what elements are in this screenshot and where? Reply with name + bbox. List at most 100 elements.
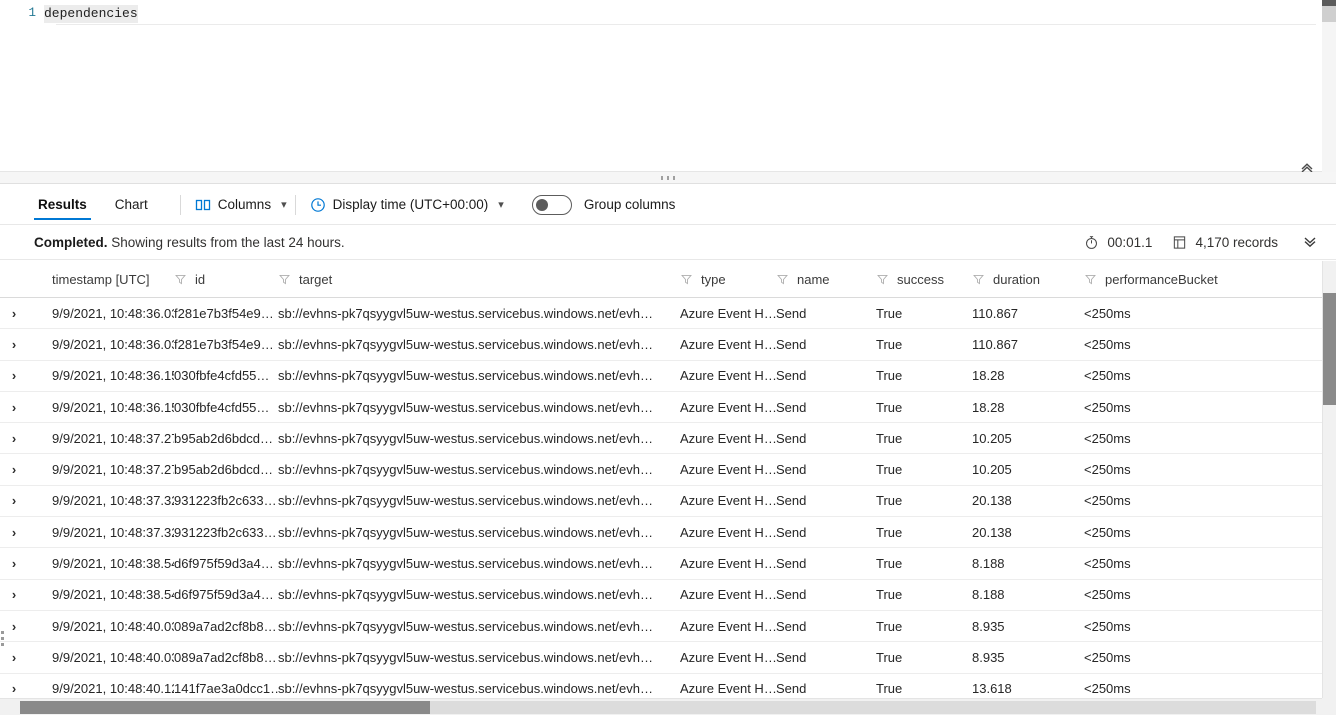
- cell-timestamp: 9/9/2021, 10:48:40.038 P…: [52, 618, 174, 634]
- cell-type: Azure Event H…: [680, 649, 776, 665]
- column-header-timestamp[interactable]: timestamp [UTC]: [34, 272, 174, 287]
- row-expand-button[interactable]: ›: [0, 401, 34, 414]
- table-row[interactable]: › 9/9/2021, 10:48:36.154 PM030fbfe4cfd55……: [0, 391, 1322, 424]
- display-time-button[interactable]: Display time (UTC+00:00) ▾: [310, 197, 504, 213]
- cell-timestamp: 9/9/2021, 10:48:37.323 P…: [52, 493, 174, 509]
- table-row[interactable]: › 9/9/2021, 10:48:36.032 P…f281e7b3f54e9……: [0, 298, 1322, 330]
- cell-type: Azure Event H…: [680, 462, 776, 478]
- tab-chart[interactable]: Chart: [111, 197, 152, 220]
- cell-name: Send: [776, 556, 807, 572]
- cell-target: sb://evhns-pk7qsyygvl5uw-westus.serviceb…: [278, 493, 654, 509]
- table-row[interactable]: › 9/9/2021, 10:48:40.038 P…089a7ad2cf8b8……: [0, 610, 1322, 643]
- chevron-right-icon: ›: [11, 588, 17, 602]
- grid-rows: › 9/9/2021, 10:48:36.032 P…f281e7b3f54e9……: [0, 298, 1322, 698]
- cell-success: True: [876, 681, 903, 697]
- row-expand-button[interactable]: ›: [0, 494, 34, 507]
- chevron-right-icon: ›: [11, 463, 17, 477]
- cell-name: Send: [776, 524, 807, 540]
- row-expand-button[interactable]: ›: [0, 557, 34, 570]
- cell-id: d6f975f59d3a4…: [174, 587, 274, 603]
- cell-name: Send: [776, 336, 807, 352]
- column-header-success[interactable]: success: [876, 272, 972, 287]
- table-row[interactable]: › 9/9/2021, 10:48:37.323 P…931223fb2c633……: [0, 485, 1322, 518]
- cell-type: Azure Event H…: [680, 681, 776, 697]
- columns-button-label: Columns: [217, 197, 272, 212]
- tab-results[interactable]: Results: [34, 197, 91, 220]
- panel-splitter[interactable]: [0, 172, 1336, 184]
- filter-icon[interactable]: [972, 273, 985, 286]
- cell-success: True: [876, 587, 903, 603]
- results-status-bar: Completed. Showing results from the last…: [0, 226, 1336, 260]
- cell-duration: 8.935: [972, 618, 1005, 634]
- cell-name: Send: [776, 399, 807, 415]
- cell-type: Azure Event H…: [680, 336, 776, 352]
- grid-left-resize-grip[interactable]: [1, 631, 4, 646]
- column-header-name-label: name: [797, 271, 830, 287]
- cell-duration: 110.867: [972, 305, 1019, 321]
- filter-icon[interactable]: [278, 273, 291, 286]
- cell-performancebucket: <250ms: [1084, 556, 1131, 572]
- query-text[interactable]: dependencies: [44, 4, 1316, 23]
- splitter-grip[interactable]: [661, 176, 675, 180]
- results-grid[interactable]: timestamp [UTC] id target type name succ…: [0, 261, 1336, 698]
- cell-success: True: [876, 368, 903, 384]
- cell-id: 089a7ad2cf8b8…: [174, 618, 277, 634]
- column-header-performancebucket[interactable]: performanceBucket: [1084, 272, 1224, 287]
- cell-timestamp: 9/9/2021, 10:48:38.545 P…: [52, 587, 174, 603]
- cell-name: Send: [776, 430, 807, 446]
- table-row[interactable]: › 9/9/2021, 10:48:37.278 PMb95ab2d6bdcd…s…: [0, 423, 1322, 455]
- vertical-scrollbar-thumb[interactable]: [1323, 293, 1336, 405]
- group-columns-toggle[interactable]: [531, 194, 572, 215]
- table-row[interactable]: › 9/9/2021, 10:48:40.122 PM141f7ae3a0dcc1…: [0, 673, 1322, 698]
- editor-vertical-scrollbar[interactable]: [1322, 0, 1336, 172]
- table-row[interactable]: › 9/9/2021, 10:48:38.545 P…d6f975f59d3a4……: [0, 579, 1322, 611]
- cell-name: Send: [776, 649, 807, 665]
- results-vertical-scrollbar[interactable]: [1322, 261, 1336, 698]
- clock-icon: [310, 197, 325, 212]
- filter-icon[interactable]: [174, 273, 187, 286]
- filter-icon[interactable]: [1084, 273, 1097, 286]
- chevron-right-icon: ›: [11, 306, 17, 320]
- collapse-results-button[interactable]: [1298, 233, 1318, 252]
- columns-button[interactable]: Columns ▾: [195, 197, 287, 213]
- cell-target: sb://evhns-pk7qsyygvl5uw-westus.serviceb…: [278, 681, 654, 697]
- row-expand-button[interactable]: ›: [0, 463, 34, 476]
- cell-performancebucket: <250ms: [1084, 336, 1131, 352]
- row-expand-button[interactable]: ›: [0, 338, 34, 351]
- filter-icon[interactable]: [680, 273, 693, 286]
- row-expand-button[interactable]: ›: [0, 369, 34, 382]
- cell-duration: 20.138: [972, 493, 1012, 509]
- table-row[interactable]: › 9/9/2021, 10:48:36.154 PM030fbfe4cfd55……: [0, 360, 1322, 392]
- cell-target: sb://evhns-pk7qsyygvl5uw-westus.serviceb…: [278, 305, 654, 321]
- cell-name: Send: [776, 493, 807, 509]
- cell-name: Send: [776, 462, 807, 478]
- table-row[interactable]: › 9/9/2021, 10:48:37.323 P…931223fb2c633……: [0, 517, 1322, 549]
- filter-icon[interactable]: [776, 273, 789, 286]
- column-header-type[interactable]: type: [680, 272, 776, 287]
- row-expand-button[interactable]: ›: [0, 651, 34, 664]
- row-expand-button[interactable]: ›: [0, 620, 34, 633]
- row-expand-button[interactable]: ›: [0, 526, 34, 539]
- table-row[interactable]: › 9/9/2021, 10:48:37.278 PMb95ab2d6bdcd…s…: [0, 454, 1322, 486]
- query-editor[interactable]: 1 dependencies: [0, 0, 1336, 173]
- row-expand-button[interactable]: ›: [0, 307, 34, 320]
- chevron-right-icon: ›: [11, 557, 17, 571]
- cell-success: True: [876, 462, 903, 478]
- horizontal-scrollbar-thumb[interactable]: [20, 701, 430, 714]
- table-row[interactable]: › 9/9/2021, 10:48:36.032 P…f281e7b3f54e9……: [0, 329, 1322, 361]
- row-expand-button[interactable]: ›: [0, 432, 34, 445]
- column-header-success-label: success: [897, 271, 944, 287]
- table-row[interactable]: › 9/9/2021, 10:48:38.545 P…d6f975f59d3a4……: [0, 548, 1322, 580]
- column-header-duration[interactable]: duration: [972, 272, 1084, 287]
- filter-icon[interactable]: [876, 273, 889, 286]
- editor-line-1[interactable]: 1 dependencies: [0, 3, 1316, 23]
- row-expand-button[interactable]: ›: [0, 682, 34, 695]
- column-header-name[interactable]: name: [776, 272, 876, 287]
- grip-dot: [667, 176, 669, 180]
- column-header-id[interactable]: id: [174, 272, 278, 287]
- column-header-timestamp-label: timestamp [UTC]: [52, 271, 150, 287]
- column-header-target[interactable]: target: [278, 272, 680, 287]
- row-expand-button[interactable]: ›: [0, 588, 34, 601]
- table-row[interactable]: › 9/9/2021, 10:48:40.038 P…089a7ad2cf8b8……: [0, 642, 1322, 674]
- results-horizontal-scrollbar[interactable]: [0, 698, 1336, 715]
